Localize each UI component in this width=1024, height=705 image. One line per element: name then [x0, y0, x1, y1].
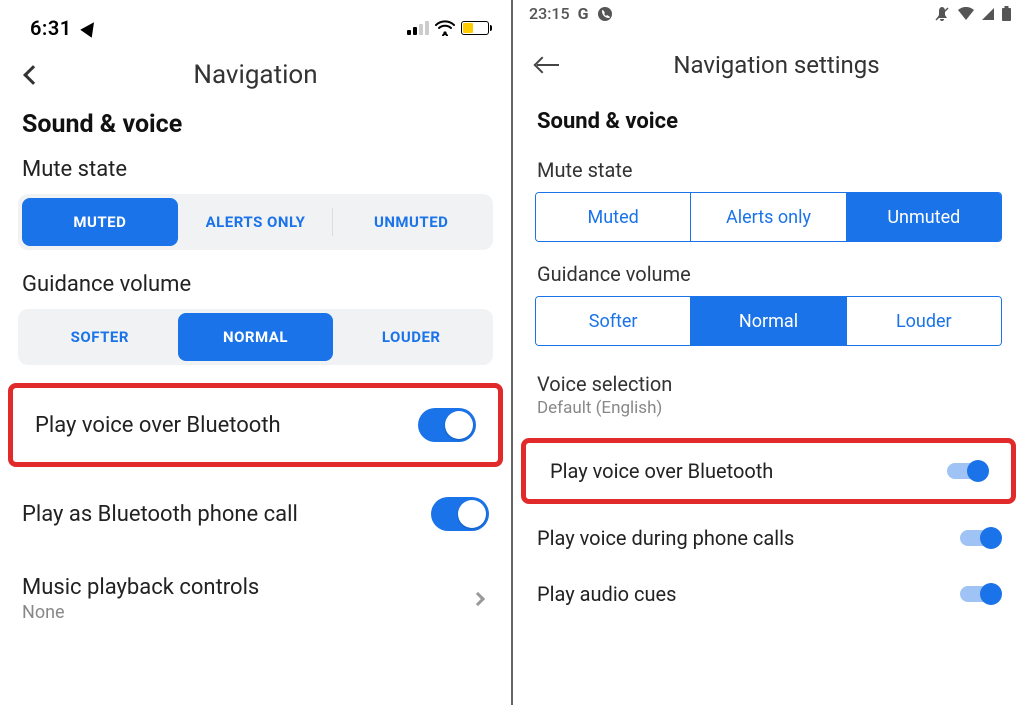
row-music-playback[interactable]: Music playback controls None	[0, 551, 511, 643]
music-label: Music playback controls	[22, 575, 259, 600]
row-play-audio-cues[interactable]: Play audio cues	[513, 566, 1024, 622]
mute-option-alerts[interactable]: ALERTS ONLY	[178, 198, 334, 246]
mute-state-label: Mute state	[513, 158, 1024, 192]
guidance-option-louder[interactable]: LOUDER	[333, 313, 489, 361]
section-sound-voice: Sound & voice	[513, 109, 1024, 158]
mute-option-alerts[interactable]: Alerts only	[691, 193, 846, 241]
section-sound-voice: Sound & voice	[0, 106, 511, 153]
guidance-volume-label: Guidance volume	[0, 268, 511, 309]
android-time: 23:15	[529, 4, 570, 23]
page-title: Navigation settings	[547, 51, 1006, 79]
play-bt-label: Play voice over Bluetooth	[35, 413, 281, 438]
ios-time: 6:31	[30, 16, 97, 40]
ios-time-text: 6:31	[30, 16, 72, 40]
mute-option-muted[interactable]: Muted	[536, 193, 691, 241]
play-audio-cues-label: Play audio cues	[537, 582, 676, 606]
play-bt-toggle[interactable]	[947, 463, 987, 479]
guidance-volume-label: Guidance volume	[513, 262, 1024, 296]
row-play-during-calls[interactable]: Play voice during phone calls	[513, 510, 1024, 566]
row-voice-selection[interactable]: Voice selection Default (English)	[513, 366, 1024, 436]
voice-selection-label: Voice selection	[537, 372, 1000, 396]
mute-state-label: Mute state	[0, 153, 511, 194]
ios-status-icons	[407, 20, 489, 36]
voice-selection-value: Default (English)	[537, 398, 1000, 418]
guidance-volume-segment: SOFTER NORMAL LOUDER	[18, 309, 493, 365]
music-value: None	[22, 602, 259, 623]
back-arrow-icon[interactable]	[537, 64, 559, 66]
ios-status-bar: 6:31	[0, 0, 511, 50]
do-not-disturb-icon	[933, 5, 951, 23]
mute-option-unmuted[interactable]: UNMUTED	[333, 198, 489, 246]
highlight-play-voice-bluetooth: Play voice over Bluetooth	[521, 438, 1016, 504]
android-phone: 23:15 G Navigation se	[513, 0, 1024, 705]
wifi-icon	[957, 7, 975, 21]
cellular-signal-icon	[981, 7, 995, 21]
phone-notification-icon	[597, 6, 613, 22]
battery-icon	[461, 21, 489, 35]
android-status-bar: 23:15 G	[513, 0, 1024, 29]
page-title: Navigation	[0, 60, 511, 90]
mute-option-unmuted[interactable]: Unmuted	[847, 193, 1001, 241]
ios-phone: 6:31 Navigation Sound & voice Mute state…	[0, 0, 513, 705]
row-play-voice-bluetooth[interactable]: Play voice over Bluetooth	[13, 388, 498, 462]
mute-state-segment: Muted Alerts only Unmuted	[535, 192, 1002, 242]
battery-icon	[1001, 6, 1012, 22]
play-during-calls-toggle[interactable]	[960, 530, 1000, 546]
play-as-call-toggle[interactable]	[431, 497, 489, 531]
row-play-as-call[interactable]: Play as Bluetooth phone call	[0, 477, 511, 551]
location-arrow-icon	[80, 18, 99, 37]
guidance-option-softer[interactable]: Softer	[536, 297, 691, 345]
ios-nav-header: Navigation	[0, 50, 511, 106]
chevron-right-icon	[471, 592, 485, 606]
guidance-option-normal[interactable]: Normal	[691, 297, 846, 345]
google-g-icon: G	[578, 4, 589, 23]
wifi-icon	[435, 20, 455, 36]
row-play-voice-bluetooth[interactable]: Play voice over Bluetooth	[526, 443, 1011, 499]
play-during-calls-label: Play voice during phone calls	[537, 526, 794, 550]
mute-state-segment: MUTED ALERTS ONLY UNMUTED	[18, 194, 493, 250]
guidance-option-louder[interactable]: Louder	[847, 297, 1001, 345]
guidance-option-normal[interactable]: NORMAL	[178, 313, 334, 361]
guidance-option-softer[interactable]: SOFTER	[22, 313, 178, 361]
android-nav-header: Navigation settings	[513, 29, 1024, 109]
play-audio-cues-toggle[interactable]	[960, 586, 1000, 602]
play-as-call-label: Play as Bluetooth phone call	[22, 502, 298, 527]
mute-option-muted[interactable]: MUTED	[22, 198, 178, 246]
guidance-volume-segment: Softer Normal Louder	[535, 296, 1002, 346]
play-bt-label: Play voice over Bluetooth	[550, 459, 773, 483]
cellular-signal-icon	[407, 21, 429, 35]
play-bt-toggle[interactable]	[418, 408, 476, 442]
highlight-play-voice-bluetooth: Play voice over Bluetooth	[8, 383, 503, 467]
